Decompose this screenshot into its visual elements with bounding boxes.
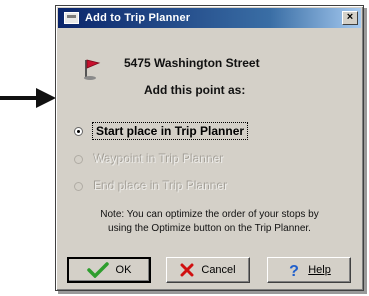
option-end-place-label: End place in Trip Planner (94, 179, 229, 193)
option-end-place: End place in Trip Planner (74, 177, 228, 195)
option-start-place[interactable]: Start place in Trip Planner (74, 122, 249, 140)
svg-text:?: ? (289, 263, 299, 278)
option-waypoint: Waypoint in Trip Planner (74, 150, 224, 168)
cancel-button[interactable]: Cancel (166, 257, 250, 283)
question-mark-icon: ? (289, 263, 299, 278)
radio-start-place[interactable] (74, 126, 83, 136)
close-button[interactable]: × (342, 11, 358, 25)
dialog-title: Add to Trip Planner (85, 12, 191, 24)
optimize-note: Note: You can optimize the order of your… (56, 208, 363, 236)
note-line-2: using the Optimize button on the Trip Pl… (108, 223, 311, 234)
window-icon (64, 12, 79, 24)
pointer-arrow-icon (36, 88, 56, 108)
add-to-trip-planner-dialog: Add to Trip Planner × 5475 Washington St… (55, 5, 364, 291)
help-button-label: Help (308, 264, 331, 276)
radio-end-place (74, 181, 83, 191)
pointer-arrow-shaft (0, 96, 38, 100)
green-check-icon (86, 262, 109, 278)
help-button[interactable]: ? Help (267, 257, 351, 283)
ok-button[interactable]: OK (67, 257, 151, 283)
option-waypoint-label: Waypoint in Trip Planner (94, 152, 225, 166)
radio-waypoint (74, 154, 83, 164)
dialog-titlebar[interactable]: Add to Trip Planner × (58, 8, 361, 28)
option-start-place-label: Start place in Trip Planner (91, 122, 249, 140)
address-text: 5475 Washington Street (124, 56, 260, 70)
prompt-text: Add this point as: (144, 83, 246, 97)
cancel-button-label: Cancel (201, 264, 236, 276)
flag-pin-icon (84, 59, 101, 80)
note-line-1: Note: You can optimize the order of your… (100, 209, 319, 220)
red-x-icon (180, 263, 194, 277)
ok-button-label: OK (115, 264, 132, 276)
